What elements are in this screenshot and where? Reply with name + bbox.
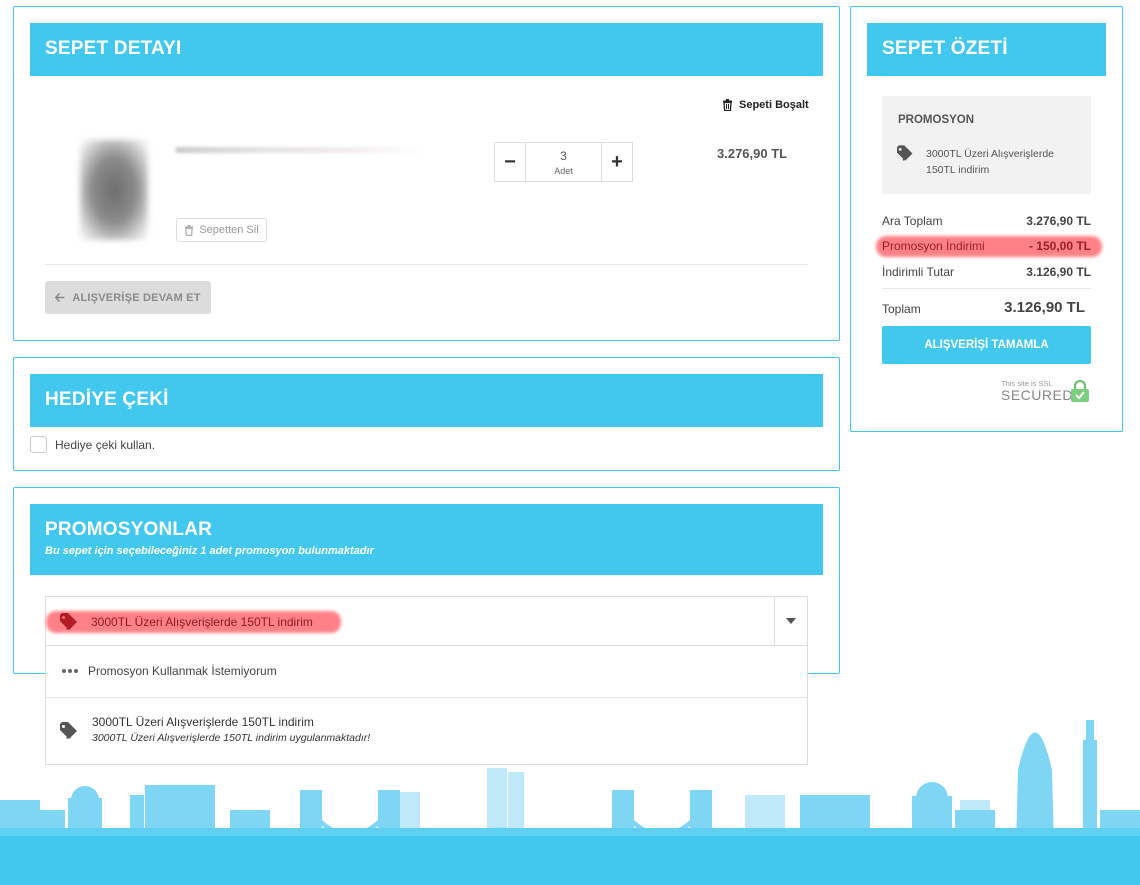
quantity-stepper: − 3 Adet +	[494, 142, 633, 182]
gift-checkbox-label[interactable]: Hediye çeki kullan.	[55, 438, 155, 452]
summary-header: SEPET ÖZETİ	[867, 23, 1106, 76]
continue-shopping-button[interactable]: ALIŞVERİŞE DEVAM ET	[45, 281, 211, 314]
promotions-header: PROMOSYONLAR Bu sepet için seçebileceğin…	[30, 504, 823, 575]
cart-detail-header: SEPET DETAYI	[30, 23, 823, 76]
remove-item-label: Sepetten Sil	[199, 224, 259, 236]
item-price: 3.276,90 TL	[717, 146, 788, 161]
selected-promo: 3000TL Üzeri Alışverişlerde 150TL indiri…	[60, 613, 313, 631]
summary-promo-line2: 150TL indirim	[926, 164, 990, 176]
cart-detail-title: SEPET DETAYI	[45, 38, 182, 59]
quantity-value: 3	[560, 149, 567, 163]
quantity-unit: Adet	[554, 166, 573, 176]
discounted-label: İndirimli Tutar	[882, 265, 955, 279]
tag-icon	[60, 613, 77, 630]
summary-title: SEPET ÖZETİ	[882, 38, 1008, 59]
total-value: 3.126,90 TL	[1004, 299, 1085, 316]
continue-shopping-label: ALIŞVERİŞE DEVAM ET	[72, 291, 201, 304]
city-skyline-illustration	[0, 720, 1140, 885]
discounted-value: 3.126,90 TL	[1026, 265, 1091, 279]
caret-down-icon	[786, 618, 796, 624]
product-image[interactable]	[80, 140, 148, 240]
summary-promo-line1: 3000TL Üzeri Alışverişlerde	[926, 148, 1054, 160]
padlock-icon	[1071, 380, 1089, 402]
discount-label: Promosyon İndirimi	[882, 239, 985, 253]
promotions-title: PROMOSYONLAR	[45, 519, 213, 540]
summary-divider	[882, 288, 1091, 289]
empty-cart-label: Sepeti Boşalt	[739, 99, 809, 111]
summary-promo-text: 3000TL Üzeri Alışverişlerde 150TL indiri…	[926, 146, 1054, 178]
ssl-badge: This site is SSL SECURED	[1001, 379, 1093, 405]
selected-promo-label: 3000TL Üzeri Alışverişlerde 150TL indiri…	[91, 615, 313, 629]
tag-icon	[897, 145, 913, 161]
increase-quantity-button[interactable]: +	[602, 143, 632, 181]
select-caret[interactable]	[774, 597, 807, 645]
discount-value: - 150,00 TL	[1028, 239, 1091, 253]
subtotal-value: 3.276,90 TL	[1026, 214, 1091, 228]
promo-option-none[interactable]: Promosyon Kullanmak İstemiyorum	[46, 646, 807, 698]
ellipsis-icon	[62, 669, 78, 673]
promotion-select[interactable]: 3000TL Üzeri Alışverişlerde 150TL indiri…	[45, 596, 808, 646]
promotions-subtitle: Bu sepet için seçebileceğiniz 1 adet pro…	[45, 545, 374, 557]
promo-option-label: Promosyon Kullanmak İstemiyorum	[88, 664, 277, 678]
cart-divider	[45, 264, 808, 265]
gift-header: HEDİYE ÇEKİ	[30, 374, 823, 427]
total-label: Toplam	[882, 302, 921, 316]
complete-purchase-button[interactable]: ALIŞVERİŞİ TAMAMLA	[882, 326, 1091, 364]
summary-promo-box: PROMOSYON 3000TL Üzeri Alışverişlerde 15…	[882, 96, 1091, 194]
remove-item-button[interactable]: Sepetten Sil	[176, 218, 267, 242]
gift-title: HEDİYE ÇEKİ	[45, 389, 169, 410]
ssl-big-text: SECURED	[1001, 387, 1073, 403]
summary-promo-heading: PROMOSYON	[898, 114, 975, 126]
subtotal-label: Ara Toplam	[882, 214, 943, 228]
decrease-quantity-button[interactable]: −	[495, 143, 525, 181]
product-name[interactable]	[175, 147, 425, 153]
arrow-left-icon	[55, 293, 65, 302]
gift-checkbox[interactable]	[30, 436, 47, 453]
trash-icon	[185, 224, 194, 236]
empty-cart-button[interactable]: Sepeti Boşalt	[722, 99, 809, 111]
quantity-display[interactable]: 3 Adet	[525, 143, 602, 181]
trash-icon	[723, 99, 732, 111]
